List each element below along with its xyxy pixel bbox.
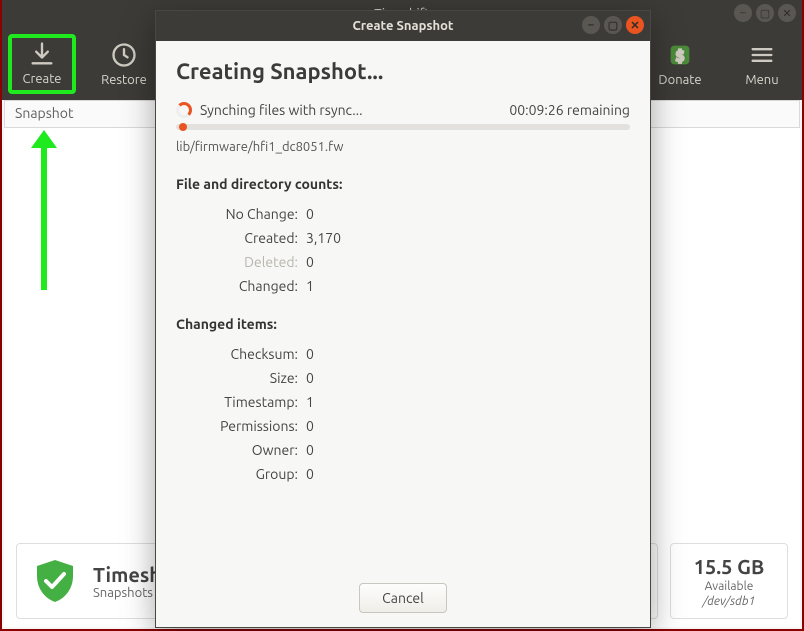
no-change-value: 0	[306, 202, 314, 226]
timestamp-label: Timestamp:	[176, 390, 306, 414]
cancel-button[interactable]: Cancel	[359, 583, 447, 613]
dialog-minimize-icon[interactable]: –	[582, 16, 600, 34]
checksum-label: Checksum:	[176, 342, 306, 366]
progress-bar	[176, 124, 630, 130]
status-subtitle: Snapshots	[93, 586, 161, 600]
deleted-value: 0	[306, 250, 314, 274]
time-remaining: 00:09:26 remaining	[509, 102, 630, 118]
close-icon[interactable]: ✕	[778, 4, 796, 22]
row-size: Size:0	[176, 366, 630, 390]
dialog-titlebar: Create Snapshot – ▢ ✕	[156, 11, 650, 41]
hamburger-icon	[748, 41, 776, 69]
create-label: Create	[22, 72, 61, 86]
checksum-value: 0	[306, 342, 314, 366]
changed-items-heading: Changed items:	[176, 316, 630, 332]
size-value: 0	[306, 366, 314, 390]
spinner-icon	[176, 102, 192, 118]
disk-size: 15.5 GB	[694, 555, 765, 578]
dollar-icon: $	[666, 41, 694, 69]
shield-check-icon	[31, 557, 79, 605]
create-snapshot-dialog: Create Snapshot – ▢ ✕ Creating Snapshot.…	[155, 10, 651, 628]
no-change-label: No Change:	[176, 202, 306, 226]
restore-label: Restore	[101, 73, 147, 87]
group-value: 0	[306, 462, 314, 486]
menu-label: Menu	[745, 73, 778, 87]
row-changed: Changed:1	[176, 274, 630, 298]
clock-icon	[110, 41, 138, 69]
counts-heading: File and directory counts:	[176, 176, 630, 192]
group-label: Group:	[176, 462, 306, 486]
main-window-controls: – ▢ ✕	[734, 4, 796, 22]
size-label: Size:	[176, 366, 306, 390]
arrow-line	[41, 142, 47, 290]
disk-available-label: Available	[705, 580, 754, 593]
maximize-icon[interactable]: ▢	[756, 4, 774, 22]
deleted-label: Deleted:	[176, 250, 306, 274]
donate-button[interactable]: $ Donate	[648, 41, 712, 87]
created-value: 3,170	[306, 226, 341, 250]
row-checksum: Checksum:0	[176, 342, 630, 366]
dialog-maximize-icon[interactable]: ▢	[604, 16, 622, 34]
changed-value: 1	[306, 274, 314, 298]
row-deleted: Deleted:0	[176, 250, 630, 274]
row-created: Created:3,170	[176, 226, 630, 250]
current-file-path: lib/firmware/hfi1_dc8051.fw	[176, 140, 630, 154]
dialog-body: Creating Snapshot... Synching files with…	[156, 41, 650, 575]
dialog-title: Create Snapshot	[352, 19, 453, 33]
dialog-heading: Creating Snapshot...	[176, 59, 630, 84]
row-timestamp: Timestamp:1	[176, 390, 630, 414]
timestamp-value: 1	[306, 390, 314, 414]
row-no-change: No Change:0	[176, 202, 630, 226]
changed-label: Changed:	[176, 274, 306, 298]
disk-card: 15.5 GB Available /dev/sdb1	[670, 543, 788, 619]
dialog-close-icon[interactable]: ✕	[626, 16, 644, 34]
status-text: Timesh Snapshots	[93, 563, 161, 600]
row-permissions: Permissions:0	[176, 414, 630, 438]
sync-text: Synching files with rsync...	[200, 102, 363, 118]
created-label: Created:	[176, 226, 306, 250]
disk-device: /dev/sdb1	[703, 595, 755, 608]
donate-label: Donate	[658, 73, 701, 87]
minimize-icon[interactable]: –	[734, 4, 752, 22]
menu-button[interactable]: Menu	[730, 41, 794, 87]
row-group: Group:0	[176, 462, 630, 486]
row-owner: Owner:0	[176, 438, 630, 462]
svg-text:$: $	[676, 47, 685, 64]
owner-label: Owner:	[176, 438, 306, 462]
annotation-arrow	[35, 130, 53, 290]
status-title: Timesh	[93, 563, 161, 586]
permissions-label: Permissions:	[176, 414, 306, 438]
permissions-value: 0	[306, 414, 314, 438]
download-icon	[28, 40, 56, 68]
restore-button[interactable]: Restore	[92, 41, 156, 87]
owner-value: 0	[306, 438, 314, 462]
dialog-footer: Cancel	[156, 575, 650, 627]
sync-status-row: Synching files with rsync... 00:09:26 re…	[176, 102, 630, 118]
create-button[interactable]: Create	[10, 36, 74, 92]
dialog-window-controls: – ▢ ✕	[582, 16, 644, 34]
progress-indicator	[179, 123, 187, 131]
